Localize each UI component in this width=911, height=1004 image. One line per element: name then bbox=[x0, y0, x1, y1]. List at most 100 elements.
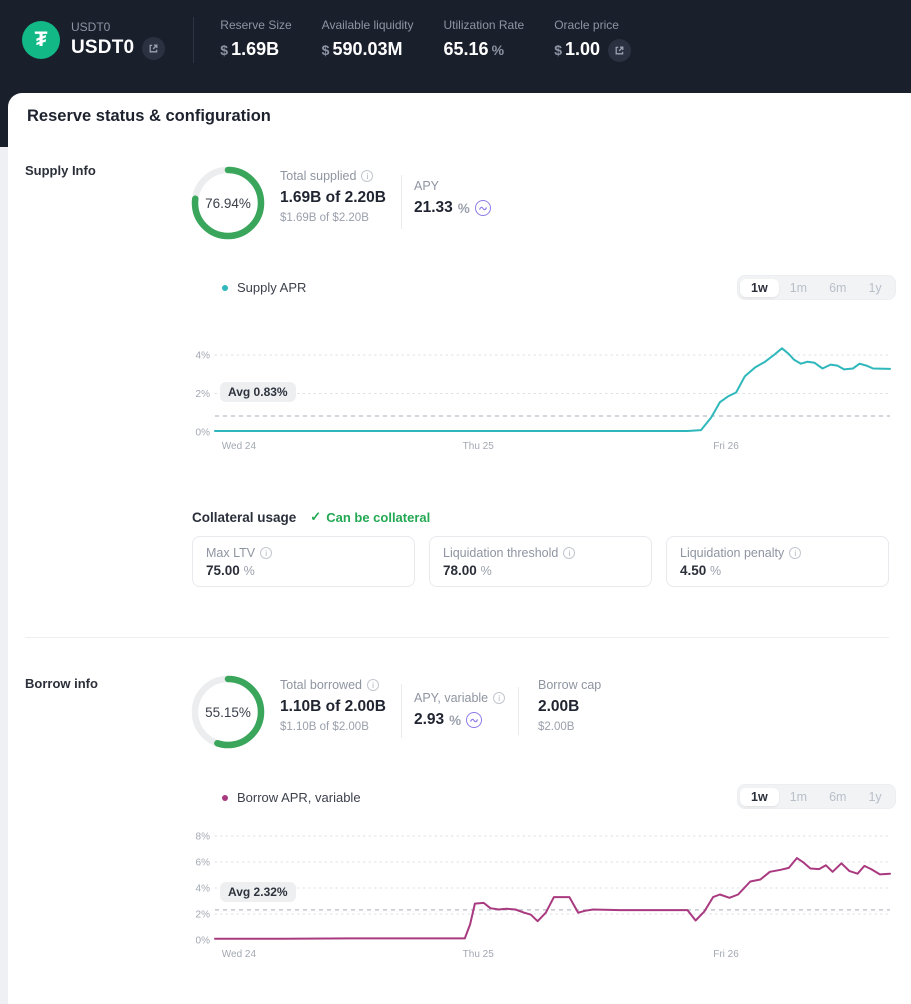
borrow-legend-dot bbox=[222, 795, 228, 801]
info-icon[interactable]: i bbox=[789, 547, 801, 559]
info-icon[interactable]: i bbox=[563, 547, 575, 559]
borrow-gauge-percent: 55.15% bbox=[188, 672, 268, 752]
stat-label: Reserve Size bbox=[220, 18, 291, 32]
token-label-small: USDT0 bbox=[71, 20, 165, 34]
percent-sign: % bbox=[710, 564, 721, 578]
collateral-status-label: Can be collateral bbox=[326, 510, 430, 525]
reserve-panel: Reserve status & configuration Supply In… bbox=[8, 93, 911, 1004]
max-ltv-label: Max LTV bbox=[206, 546, 255, 560]
total-supplied-block: Total suppliedi 1.69B of 2.20B $1.69B of… bbox=[280, 169, 386, 224]
collateral-usage-header: Collateral usage ✓ Can be collateral bbox=[192, 509, 430, 525]
range-1w[interactable]: 1w bbox=[740, 788, 779, 806]
range-1m[interactable]: 1m bbox=[779, 279, 818, 297]
svg-text:0%: 0% bbox=[196, 428, 211, 439]
supply-legend-label: Supply APR bbox=[237, 280, 306, 295]
liquidation-threshold-label: Liquidation threshold bbox=[443, 546, 558, 560]
stat-reserve-size: Reserve Size $1.69B bbox=[220, 18, 291, 62]
info-icon[interactable]: i bbox=[361, 170, 373, 182]
stat-value: 1.69B bbox=[231, 39, 279, 60]
svg-text:Wed 24: Wed 24 bbox=[222, 949, 257, 960]
oracle-external-link-button[interactable] bbox=[608, 39, 631, 62]
borrow-apy-value: 2.93 bbox=[414, 711, 444, 729]
borrow-legend-label: Borrow APR, variable bbox=[237, 790, 361, 805]
stat-value: 590.03M bbox=[332, 39, 402, 60]
divider bbox=[518, 687, 519, 735]
svg-text:0%: 0% bbox=[196, 936, 211, 947]
borrow-apr-chart[interactable]: 0%2%4%6%8%Wed 24Thu 25Fri 26 Avg 2.32% bbox=[190, 825, 908, 965]
liquidation-threshold-card: Liquidation threshold i 78.00 % bbox=[429, 536, 652, 587]
percent-sign: % bbox=[244, 564, 255, 578]
borrow-cap-block: Borrow cap 2.00B $2.00B bbox=[538, 678, 601, 733]
liquidation-penalty-label: Liquidation penalty bbox=[680, 546, 784, 560]
supply-section-label: Supply Info bbox=[25, 163, 96, 178]
token-summary: ₮ USDT0 USDT0 bbox=[22, 20, 165, 60]
total-borrowed-label: Total borrowed bbox=[280, 678, 362, 692]
merit-icon[interactable] bbox=[466, 712, 482, 728]
svg-text:4%: 4% bbox=[196, 351, 211, 362]
svg-text:Thu 25: Thu 25 bbox=[463, 949, 495, 960]
range-6m[interactable]: 6m bbox=[818, 788, 857, 806]
svg-text:Fri 26: Fri 26 bbox=[713, 949, 739, 960]
total-borrowed-block: Total borrowed i 1.10B of 2.00B $1.10B of… bbox=[280, 678, 386, 733]
liquidation-penalty-card: Liquidation penalty i 4.50 % bbox=[666, 536, 889, 587]
supply-apy-value: 21.33 bbox=[414, 199, 453, 217]
borrow-cap-usd: $2.00B bbox=[538, 721, 601, 733]
total-supplied-value: 1.69B of 2.20B bbox=[280, 189, 386, 207]
borrow-cap-value: 2.00B bbox=[538, 698, 601, 716]
range-6m[interactable]: 6m bbox=[818, 279, 857, 297]
range-1w[interactable]: 1w bbox=[740, 279, 779, 297]
page-title: Reserve status & configuration bbox=[27, 107, 271, 126]
supply-avg-badge: Avg 0.83% bbox=[220, 382, 296, 402]
collateral-status: ✓ Can be collateral bbox=[310, 509, 430, 525]
svg-text:Wed 24: Wed 24 bbox=[222, 441, 257, 452]
supply-chart-legend: Supply APR bbox=[222, 280, 306, 295]
supply-apy-block: APY 21.33 % bbox=[414, 179, 491, 217]
stat-value: 65.16 bbox=[444, 39, 489, 60]
svg-text:8%: 8% bbox=[196, 832, 211, 843]
borrow-apy-block: APY, variable i 2.93 % bbox=[414, 691, 505, 729]
usdt0-token-icon: ₮ bbox=[22, 21, 60, 59]
borrow-gauge: 55.15% bbox=[188, 672, 268, 752]
range-1m[interactable]: 1m bbox=[779, 788, 818, 806]
divider bbox=[401, 684, 402, 738]
liquidation-threshold-value: 78.00 bbox=[443, 563, 477, 578]
percent-sign: % bbox=[449, 713, 461, 728]
svg-text:2%: 2% bbox=[196, 910, 211, 921]
total-borrowed-value: 1.10B of 2.00B bbox=[280, 698, 386, 716]
supply-time-range-selector: 1w 1m 6m 1y bbox=[737, 275, 896, 300]
borrow-apy-label: APY, variable bbox=[414, 691, 488, 705]
external-link-icon bbox=[148, 43, 159, 54]
token-external-link-button[interactable] bbox=[142, 37, 165, 60]
percent-sign: % bbox=[481, 564, 492, 578]
info-icon[interactable]: i bbox=[367, 679, 379, 691]
divider bbox=[401, 175, 402, 229]
merit-icon[interactable] bbox=[475, 200, 491, 216]
stat-oracle-price: Oracle price $1.00 bbox=[554, 18, 631, 62]
collateral-cards: Max LTVi 75.00 % Liquidation thresholdi … bbox=[192, 536, 889, 587]
liquidation-penalty-value: 4.50 bbox=[680, 563, 706, 578]
borrow-time-range-selector: 1w 1m 6m 1y bbox=[737, 784, 896, 809]
stat-prefix: $ bbox=[220, 42, 228, 58]
supply-gauge-percent: 76.94% bbox=[188, 163, 268, 243]
collateral-usage-title: Collateral usage bbox=[192, 510, 296, 525]
borrow-avg-badge: Avg 2.32% bbox=[220, 882, 296, 902]
supply-apr-chart[interactable]: 0%2%4%Wed 24Thu 25Fri 26 Avg 0.83% bbox=[190, 330, 908, 460]
token-symbol: USDT0 bbox=[71, 37, 134, 59]
range-1y[interactable]: 1y bbox=[857, 788, 892, 806]
range-1y[interactable]: 1y bbox=[857, 279, 892, 297]
stat-value: 1.00 bbox=[565, 39, 600, 60]
external-link-icon bbox=[614, 45, 625, 56]
stat-suffix: % bbox=[492, 42, 504, 58]
total-borrowed-usd: $1.10B of $2.00B bbox=[280, 721, 386, 733]
percent-sign: % bbox=[458, 201, 470, 216]
supply-gauge: 76.94% bbox=[188, 163, 268, 243]
info-icon[interactable]: i bbox=[493, 692, 505, 704]
borrow-cap-label: Borrow cap bbox=[538, 678, 601, 692]
borrow-chart-legend: Borrow APR, variable bbox=[222, 790, 361, 805]
stat-label: Available liquidity bbox=[322, 18, 414, 32]
info-icon[interactable]: i bbox=[260, 547, 272, 559]
stat-label: Oracle price bbox=[554, 18, 631, 32]
supply-apy-label: APY bbox=[414, 179, 439, 193]
total-supplied-label: Total supplied bbox=[280, 169, 356, 183]
stat-prefix: $ bbox=[322, 42, 330, 58]
